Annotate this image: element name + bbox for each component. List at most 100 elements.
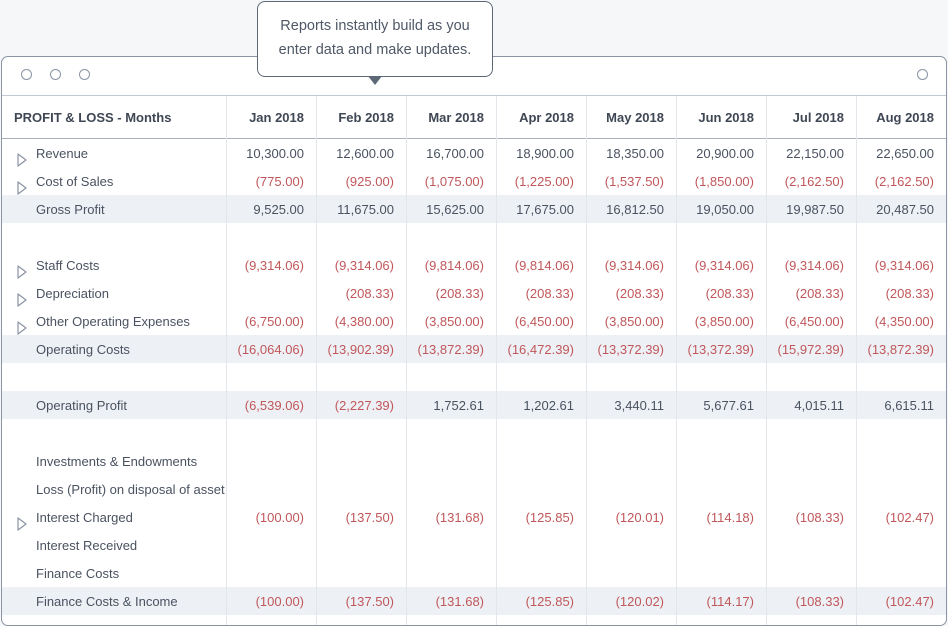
row-label-text: Cost of Sales [36,173,114,189]
row-label-text: Other Operating Expenses [36,313,190,329]
month-header: Feb 2018 [338,109,394,125]
value-cell: (2,227.39) [334,397,394,413]
value-cell: 1,752.61 [433,397,484,413]
value-cell: (108.33) [795,593,844,609]
window-control-dot[interactable] [21,69,32,80]
triangle-right-icon[interactable] [17,320,27,335]
value-cell: (120.02) [615,593,664,609]
table-row: Operating Costs (16,064.06) (13,902.39) (13… [2,335,946,363]
value-cell: 22,650.00 [876,145,934,161]
value-cell: (4,350.00) [874,313,934,329]
table-row[interactable]: Interest Charged (100.00) (137.50) (131.68)… [2,503,946,531]
value-cell: 11,675.00 [337,201,394,217]
value-cell: (13,872.39) [417,341,485,357]
value-cell: (100.00) [255,509,304,525]
row-label: Interest Charged [2,510,226,531]
spacer-row [2,363,946,391]
row-label-text: Investments & Endowments [36,453,198,469]
value-cell: (9,814.06) [514,257,574,273]
row-label-text: Staff Costs [36,257,100,273]
month-header: May 2018 [606,109,664,125]
window-control-dot[interactable] [79,69,90,80]
window-control-dot[interactable] [50,69,61,80]
column-divider [316,96,317,625]
table-row[interactable]: Depreciation (208.33) (208.33) (208.33) (208… [2,279,946,307]
value-cell: 4,015.11 [794,397,844,413]
value-cell: 15,625.00 [426,201,484,217]
column-divider [406,96,407,625]
value-cell: 16,812.50 [606,201,664,217]
value-cell: (16,064.06) [237,341,305,357]
triangle-right-icon[interactable] [17,516,27,531]
value-cell: (9,314.06) [784,257,844,273]
value-cell: 19,050.00 [696,201,754,217]
row-label-text: Operating Profit [36,397,128,413]
value-cell: 17,675.00 [516,201,574,217]
value-cell: (9,314.06) [604,257,664,273]
value-cell: (16,472.39) [507,341,575,357]
value-cell: (9,314.06) [694,257,754,273]
value-cell: 5,677.61 [703,397,754,413]
row-label: Investments & Endowments [2,454,226,469]
value-cell: (208.33) [885,285,934,301]
row-label: Other Operating Expenses [2,313,226,335]
row-label-text: Operating Costs [36,341,130,357]
table-row: Interest Received [2,531,946,559]
row-label: Depreciation [2,286,226,307]
pnl-table: PROFIT & LOSS - Months Jan 2018 Feb 2018 M… [2,96,946,625]
value-cell: (2,162.50) [784,173,844,189]
row-label: Finance Costs & Income [2,594,226,609]
window-menu-dot[interactable] [917,69,928,80]
value-cell: 16,700.00 [426,145,484,161]
value-cell: (137.50) [345,593,394,609]
row-label-text: Finance Costs & Income [36,593,178,609]
table-row[interactable]: Revenue 10,300.00 12,600.00 16,700.00 18,900… [2,139,946,167]
value-cell: (208.33) [525,285,574,301]
row-label: Staff Costs [2,257,226,279]
value-cell: 6,615.11 [884,397,934,413]
value-cell: (3,850.00) [604,313,664,329]
value-cell: (100.00) [255,593,304,609]
table-row[interactable]: Cost of Sales (775.00) (925.00) (1,075.00) (… [2,167,946,195]
month-header: Mar 2018 [428,109,484,125]
table-header-row: PROFIT & LOSS - Months Jan 2018 Feb 2018 M… [2,96,946,139]
value-cell: 22,150.00 [786,145,844,161]
month-header: Jul 2018 [792,109,844,125]
spacer-row [2,223,946,251]
triangle-right-icon[interactable] [17,152,27,167]
value-cell: (775.00) [255,173,304,189]
value-cell: (108.33) [795,509,844,525]
table-row: Loss (Profit) on disposal of asset [2,475,946,503]
value-cell: (125.85) [525,509,574,525]
value-cell: (131.68) [435,509,484,525]
value-cell: 9,525.00 [253,201,304,217]
row-label-text: Finance Costs [36,565,120,581]
value-cell: (3,850.00) [424,313,484,329]
column-divider [496,96,497,625]
value-cell: (9,314.06) [874,257,934,273]
row-label-text: Interest Received [36,537,138,553]
value-cell: 19,987.50 [786,201,844,217]
table-row[interactable]: Staff Costs (9,314.06) (9,314.06) (9,814.06… [2,251,946,279]
value-cell: (208.33) [795,285,844,301]
value-cell: (137.50) [345,509,394,525]
tooltip: Reports instantly build as you enter dat… [257,1,493,85]
row-label-text: Gross Profit [36,201,105,217]
column-divider [766,96,767,625]
row-label: Gross Profit [2,202,226,217]
value-cell: (208.33) [615,285,664,301]
row-label: Operating Costs [2,342,226,357]
triangle-right-icon[interactable] [17,264,27,279]
row-label: Loss (Profit) on disposal of asset [2,482,226,497]
value-cell: 18,350.00 [606,145,664,161]
triangle-right-icon[interactable] [17,292,27,307]
value-cell: 10,300.00 [246,145,304,161]
value-cell: (102.47) [885,509,934,525]
table-row[interactable]: Other Operating Expenses (6,750.00) (4,380… [2,307,946,335]
value-cell: (925.00) [345,173,394,189]
value-cell: (6,450.00) [784,313,844,329]
month-header: Jan 2018 [249,109,304,125]
value-cell: 20,900.00 [696,145,754,161]
value-cell: (1,075.00) [424,173,484,189]
triangle-right-icon[interactable] [17,180,27,195]
